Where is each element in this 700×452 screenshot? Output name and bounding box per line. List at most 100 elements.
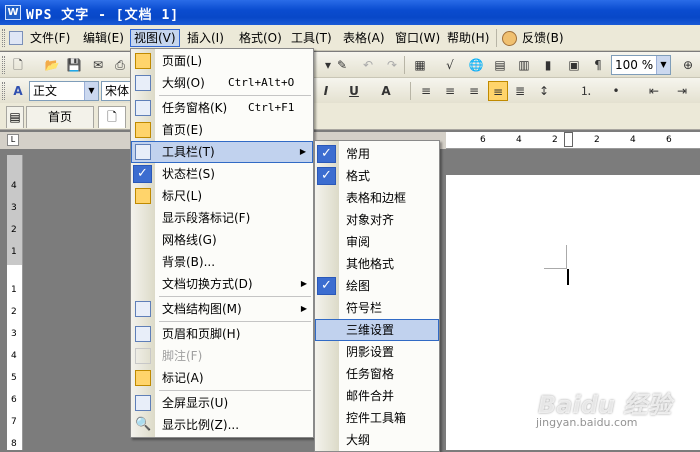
title-bar: W WPS 文字 - [文档 1]: [0, 0, 700, 25]
view-menu-markup[interactable]: 标记(A): [131, 367, 313, 389]
menu-file[interactable]: 文件(F): [27, 29, 73, 47]
view-menu-paragraph-marks[interactable]: 显示段落标记(F): [131, 207, 313, 229]
align-left-icon[interactable]: ≡: [416, 81, 436, 101]
open-folder-icon[interactable]: 📂: [42, 55, 62, 75]
distributed-align-icon[interactable]: ≣: [510, 81, 530, 101]
format-painter-icon[interactable]: ✎: [332, 55, 352, 75]
menu-format[interactable]: 格式(O): [236, 29, 285, 47]
print-icon[interactable]: ⎙: [110, 55, 130, 75]
document-map-icon[interactable]: ▣: [564, 55, 584, 75]
baidu-watermark-logo: Baidu 经验: [538, 391, 672, 419]
toolbar-option-review[interactable]: 审阅: [315, 231, 439, 253]
menu-item-label: 其他格式: [346, 257, 395, 271]
zoom-in-icon[interactable]: ⊕: [678, 55, 698, 75]
view-menu-ruler[interactable]: 标尺(L): [131, 185, 313, 207]
horizontal-ruler[interactable]: 6 4 2 2 4 6: [446, 132, 700, 149]
decrease-indent-icon[interactable]: ⇤: [644, 81, 664, 101]
undo-icon[interactable]: ↶: [358, 55, 378, 75]
formula-icon[interactable]: √: [440, 55, 460, 75]
view-menu-doc-map[interactable]: 文档结构图(M) ▶: [131, 298, 313, 320]
redo-icon[interactable]: ↷: [382, 55, 402, 75]
font-value: 宋体: [105, 84, 130, 98]
mail-icon[interactable]: ✉: [88, 55, 108, 75]
increase-indent-icon[interactable]: ⇥: [672, 81, 692, 101]
line-spacing-icon[interactable]: ↕: [534, 81, 554, 101]
style-select[interactable]: 正文 ▼: [29, 81, 99, 101]
view-menu-gridlines[interactable]: 网格线(G): [131, 229, 313, 251]
zoom-select[interactable]: 100 % ▼: [611, 55, 671, 75]
toolbar-option-outline[interactable]: 大纲: [315, 429, 439, 451]
toolbar-option-task-pane[interactable]: 任务窗格: [315, 363, 439, 385]
indent-marker-icon[interactable]: [564, 132, 573, 147]
menu-window[interactable]: 窗口(W): [392, 29, 443, 47]
menu-help[interactable]: 帮助(H): [444, 29, 492, 47]
italic-icon[interactable]: I: [316, 81, 336, 101]
view-menu-zoom[interactable]: 🔍 显示比例(Z)...: [131, 414, 313, 436]
chart-icon[interactable]: ▮: [538, 55, 558, 75]
justify-icon[interactable]: ≡: [488, 81, 508, 101]
tab-menu-icon[interactable]: ▤: [6, 106, 24, 128]
view-menu-task-pane[interactable]: 任务窗格(K) Ctrl+F1: [131, 97, 313, 119]
view-menu-background[interactable]: 背景(B)...: [131, 251, 313, 273]
toolbar-option-tables-borders[interactable]: 表格和边框: [315, 187, 439, 209]
hyperlink-globe-icon[interactable]: 🌐: [466, 55, 486, 75]
toolbar-option-control-toolbox[interactable]: 控件工具箱: [315, 407, 439, 429]
new-document-icon[interactable]: 🗋: [8, 55, 28, 75]
ruler-tick-label: 2: [552, 135, 558, 145]
menu-insert[interactable]: 插入(I): [184, 29, 227, 47]
menu-view[interactable]: 视图(V): [130, 29, 180, 47]
toolbar-option-standard[interactable]: ✓ 常用: [315, 143, 439, 165]
ruler-tick-label: 1: [11, 247, 17, 257]
view-menu-footnote[interactable]: 脚注(F): [131, 345, 313, 367]
view-menu-header-footer[interactable]: 页眉和页脚(H): [131, 323, 313, 345]
font-select[interactable]: 宋体: [101, 81, 131, 101]
insert-table-icon[interactable]: ▦: [410, 55, 430, 75]
tab-document-icon[interactable]: 🗋: [98, 106, 126, 128]
menu-table[interactable]: 表格(A): [340, 29, 388, 47]
numbering-icon[interactable]: ⒈: [576, 81, 596, 101]
tab-stop-selector-icon[interactable]: L: [7, 134, 19, 146]
menubar-grip-handle[interactable]: [2, 29, 5, 47]
document-map-icon: [135, 301, 151, 317]
menu-item-label: 全屏显示(U): [162, 396, 229, 410]
ruler-icon: [135, 188, 151, 204]
toolbar-grip-handle[interactable]: [2, 82, 5, 100]
bullets-icon[interactable]: •: [606, 81, 626, 101]
menu-item-label: 工具栏(T): [162, 145, 215, 159]
menu-edit[interactable]: 编辑(E): [80, 29, 127, 47]
toolbar-option-mail-merge[interactable]: 邮件合并: [315, 385, 439, 407]
underline-icon[interactable]: U: [344, 81, 364, 101]
style-dropdown-arrow-icon[interactable]: ▼: [84, 82, 98, 100]
view-menu-fullscreen[interactable]: 全屏显示(U): [131, 392, 313, 414]
view-menu-toolbars[interactable]: 工具栏(T) ▶: [131, 141, 313, 163]
view-menu-outline[interactable]: 大纲(O) Ctrl+Alt+O: [131, 72, 313, 94]
toolbar-option-format[interactable]: ✓ 格式: [315, 165, 439, 187]
table-grid-icon[interactable]: ▤: [490, 55, 510, 75]
menu-feedback[interactable]: 反馈(B): [519, 29, 567, 47]
toolbar-option-symbols[interactable]: 符号栏: [315, 297, 439, 319]
toolbar-option-3d-settings[interactable]: 三维设置: [315, 319, 439, 341]
document-menu-icon[interactable]: [9, 31, 23, 45]
menu-item-label: 标尺(L): [162, 189, 203, 203]
view-menu-page[interactable]: 页面(L): [131, 50, 313, 72]
view-menu-doc-switch[interactable]: 文档切换方式(D) ▶: [131, 273, 313, 295]
save-icon[interactable]: 💾: [64, 55, 84, 75]
columns-icon[interactable]: ▥: [514, 55, 534, 75]
toolbar-option-shadow-settings[interactable]: 阴影设置: [315, 341, 439, 363]
toolbar-option-other-format[interactable]: 其他格式: [315, 253, 439, 275]
zoom-dropdown-arrow-icon[interactable]: ▼: [656, 56, 670, 74]
feedback-user-icon[interactable]: [502, 31, 517, 46]
font-color-icon[interactable]: A: [376, 81, 396, 101]
tab-home[interactable]: 首页: [26, 106, 94, 128]
view-menu-home[interactable]: 首页(E): [131, 119, 313, 141]
view-menu-status-bar[interactable]: ✓ 状态栏(S): [131, 163, 313, 185]
toolbar-option-drawing[interactable]: ✓ 绘图: [315, 275, 439, 297]
menu-tools[interactable]: 工具(T): [288, 29, 335, 47]
toolbar-option-object-align[interactable]: 对象对齐: [315, 209, 439, 231]
toolbar-grip-handle[interactable]: [2, 56, 5, 74]
paragraph-mark-icon[interactable]: ¶: [588, 55, 608, 75]
vertical-ruler[interactable]: 4 3 2 1 1 2 3 4 5 6 7 8: [7, 155, 23, 450]
align-center-icon[interactable]: ≡: [440, 81, 460, 101]
style-icon[interactable]: A: [8, 81, 28, 101]
align-right-icon[interactable]: ≡: [464, 81, 484, 101]
